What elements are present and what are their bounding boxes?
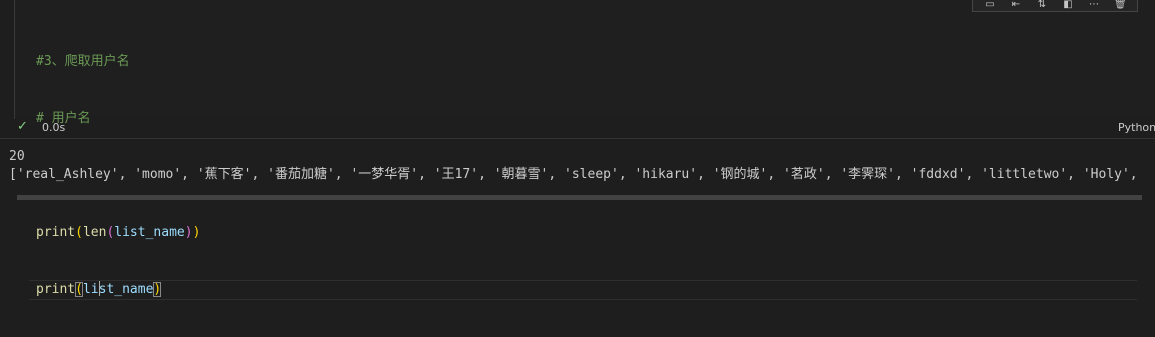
code-line-1: #3、爬取用户名 (36, 52, 521, 71)
delete-icon[interactable]: 🗑 (1114, 0, 1127, 11)
output-text: 20 ['real_Ashley', 'momo', '蕉下客', '番茄加糖',… (9, 148, 1138, 184)
horizontal-scrollbar[interactable] (17, 195, 1142, 200)
code-line-4: print(len(list_name)) (36, 225, 201, 240)
cell-language-picker[interactable]: Python (1118, 121, 1155, 134)
more-icon[interactable]: ⋯ (1088, 0, 1100, 11)
code-line-5: print(list_name) (28, 280, 1138, 300)
code-cell[interactable]: ▭ ⇤ ⇅ ◧ ⋯ 🗑 #3、爬取用户名 # 用户名 list_name = [… (0, 0, 1155, 300)
execute-below-icon[interactable]: ⇅ (1036, 0, 1048, 11)
cell-divider (0, 138, 1155, 139)
split-cell-icon[interactable]: ◧ (1062, 0, 1074, 11)
output-line-2: ['real_Ashley', 'momo', '蕉下客', '番茄加糖', '… (9, 167, 1138, 182)
output-line-1: 20 (9, 149, 25, 164)
cell-toolbar: ▭ ⇤ ⇅ ◧ ⋯ 🗑 (972, 0, 1138, 12)
execute-above-icon[interactable]: ⇤ (1010, 0, 1022, 11)
success-check-icon: ✓ (17, 119, 28, 134)
run-by-line-icon[interactable]: ▭ (984, 0, 996, 11)
cell-status-bar: ✓ 0.0s Python (0, 117, 1155, 137)
cell-output: 20 ['real_Ashley', 'momo', '蕉下客', '番茄加糖',… (0, 140, 1155, 200)
execution-time: 0.0s (42, 121, 66, 134)
text-cursor (98, 281, 100, 296)
comment-token: #3、爬取用户名 (36, 54, 130, 69)
